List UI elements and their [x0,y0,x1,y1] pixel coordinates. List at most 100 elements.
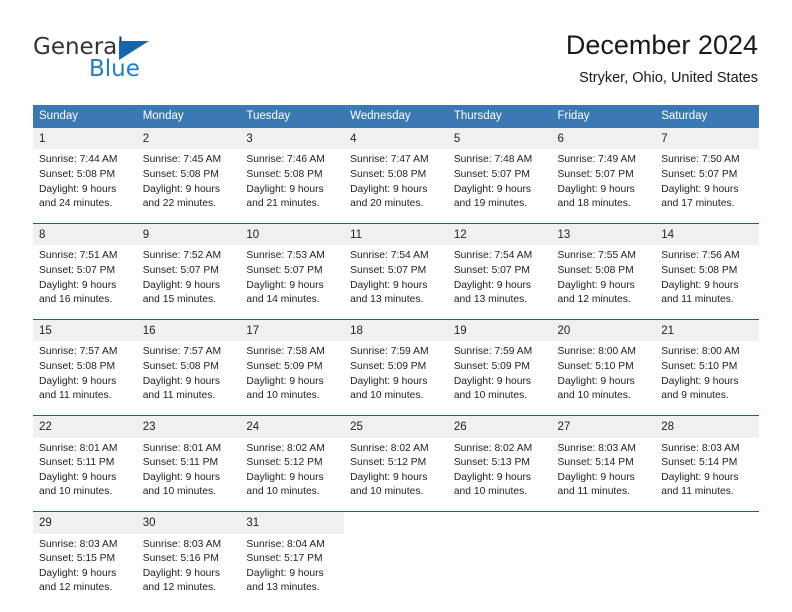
day-daylight-text: Daylight: 9 hours [39,567,117,579]
day-number[interactable]: 7 [655,127,759,150]
day-number-row: 29 30 31 [33,511,759,534]
title-block: December 2024 Stryker, Ohio, United Stat… [566,30,758,87]
day-daylight-text: Daylight: 9 hours [661,279,739,291]
day-number[interactable]: 12 [447,223,552,246]
day-daylight-text: Daylight: 9 hours [661,375,739,387]
day-detail-cell: Sunrise: 7:45 AM Sunset: 5:08 PM Daylight:… [136,149,241,223]
day-detail-row: Sunrise: 7:51 AM Sunset: 5:07 PM Daylight:… [33,245,759,319]
day-number[interactable]: 9 [136,223,241,246]
day-number[interactable]: 2 [136,127,241,150]
day-daylight-text: Daylight: 9 hours [557,183,635,195]
day-number[interactable]: 17 [240,319,345,342]
calendar-header-row: Sunday Monday Tuesday Wednesday Thursday… [33,105,759,128]
day-daylight-text: Daylight: 9 hours [39,279,117,291]
day-sunrise-text: Sunrise: 7:49 AM [557,154,636,166]
day-sunrise-text: Sunrise: 7:47 AM [350,154,429,166]
day-number[interactable]: 10 [240,223,345,246]
day-number[interactable]: 8 [33,223,137,246]
day-sunrise-text: Sunrise: 7:44 AM [39,154,118,166]
day-number[interactable]: 26 [447,415,552,438]
day-number[interactable]: 24 [240,415,345,438]
day-sunset-text: Sunset: 5:10 PM [557,361,634,373]
weekday-header-wednesday: Wednesday [344,105,448,128]
day-number[interactable]: 6 [551,127,656,150]
day-sunset-text: Sunset: 5:09 PM [453,361,530,373]
day-number[interactable]: 29 [33,511,137,534]
day-detail-cell: Sunrise: 8:03 AM Sunset: 5:15 PM Daylight:… [33,533,137,608]
day-daylight-text: Daylight: 9 hours [453,183,532,195]
location-subtitle: Stryker, Ohio, United States [579,70,758,87]
day-number[interactable]: 23 [136,415,241,438]
day-sunset-text: Sunset: 5:09 PM [246,361,323,373]
day-sunrise-text: Sunrise: 7:50 AM [661,154,740,166]
calendar-body: 1 2 3 4 5 6 7 Sunrise: 7:44 AM Sunset: 5:08 PM Da… [33,127,759,608]
day-number[interactable]: 31 [240,511,345,534]
day-detail-cell: Sunrise: 8:03 AM Sunset: 5:14 PM Daylight:… [551,437,656,511]
day-number[interactable]: 3 [240,127,345,150]
day-detail-cell: Sunrise: 7:57 AM Sunset: 5:08 PM Daylight:… [136,341,241,415]
day-detail-cell: Sunrise: 7:51 AM Sunset: 5:07 PM Daylight:… [33,245,137,319]
day-sunset-text: Sunset: 5:17 PM [246,553,323,565]
day-daylight-text: Daylight: 9 hours [39,375,117,387]
day-sunrise-text: Sunrise: 8:01 AM [142,442,222,454]
weekday-header-saturday: Saturday [655,105,759,128]
day-number[interactable]: 5 [447,127,552,150]
day-number[interactable]: 28 [655,415,759,438]
day-detail-row: Sunrise: 8:01 AM Sunset: 5:11 PM Daylight:… [33,437,759,511]
day-number[interactable]: 25 [344,415,448,438]
day-number[interactable]: 4 [344,127,448,150]
day-detail-cell: Sunrise: 8:00 AM Sunset: 5:10 PM Daylight:… [655,341,759,415]
day-daylight-text: Daylight: 9 hours [350,375,428,387]
day-daylight-text: Daylight: 9 hours [246,375,324,387]
day-sunrise-text: Sunrise: 7:51 AM [39,250,118,262]
day-number[interactable]: 11 [344,223,448,246]
day-detail-cell: Sunrise: 7:48 AM Sunset: 5:07 PM Daylight:… [447,149,552,223]
day-sunset-text: Sunset: 5:08 PM [142,361,219,373]
day-sunset-text: Sunset: 5:09 PM [350,361,427,373]
day-sunrise-text: Sunrise: 8:02 AM [350,442,429,454]
day-sunset-text: Sunset: 5:07 PM [453,264,530,276]
day-number[interactable]: 1 [33,127,137,150]
day-number[interactable]: 16 [136,319,241,342]
day-daylight-text: Daylight: 9 hours [557,279,635,291]
day-daylight-text: Daylight: 9 hours [661,183,739,195]
day-sunset-text: Sunset: 5:10 PM [661,361,738,373]
day-detail-cell: Sunrise: 8:03 AM Sunset: 5:16 PM Daylight:… [136,533,241,608]
day-detail-cell: Sunrise: 7:58 AM Sunset: 5:09 PM Daylight:… [240,341,345,415]
day-detail-cell: Sunrise: 7:53 AM Sunset: 5:07 PM Daylight:… [240,245,345,319]
day-number[interactable]: 19 [447,319,552,342]
day-detail-row: Sunrise: 7:57 AM Sunset: 5:08 PM Daylight:… [33,341,759,415]
day-detail-cell: Sunrise: 8:01 AM Sunset: 5:11 PM Daylight:… [33,437,137,511]
day-sunset-text: Sunset: 5:08 PM [350,168,427,180]
day-daylight-text: and 12 minutes. [142,582,216,594]
day-sunset-text: Sunset: 5:08 PM [661,264,738,276]
day-sunrise-text: Sunrise: 7:54 AM [453,250,533,262]
day-number[interactable]: 18 [344,319,448,342]
brand-logo[interactable]: General Blue [33,36,273,88]
calendar-table: Sunday Monday Tuesday Wednesday Thursday… [33,105,759,608]
day-number[interactable]: 15 [33,319,137,342]
day-number-row: 15 16 17 18 19 20 21 [33,319,759,342]
day-number[interactable]: 20 [551,319,656,342]
day-number[interactable]: 30 [136,511,241,534]
day-number[interactable]: 22 [33,415,137,438]
page-title: December 2024 [565,30,758,60]
day-daylight-text: Daylight: 9 hours [350,183,428,195]
day-detail-cell: Sunrise: 8:02 AM Sunset: 5:12 PM Daylight:… [240,437,345,511]
day-daylight-text: and 13 minutes. [350,294,424,306]
day-number[interactable]: 13 [551,223,656,246]
day-sunrise-text: Sunrise: 7:52 AM [142,250,222,262]
weekday-header-monday: Monday [136,105,241,128]
day-daylight-text: and 20 minutes. [350,198,424,210]
day-number[interactable]: 21 [655,319,759,342]
day-cell-empty [551,511,656,534]
day-number[interactable]: 14 [655,223,759,246]
day-detail-cell: Sunrise: 7:46 AM Sunset: 5:08 PM Daylight:… [240,149,345,223]
day-number[interactable]: 27 [551,415,656,438]
day-daylight-text: Daylight: 9 hours [246,183,324,195]
day-sunset-text: Sunset: 5:08 PM [142,168,219,180]
day-sunset-text: Sunset: 5:07 PM [661,168,738,180]
day-daylight-text: and 10 minutes. [142,486,216,498]
day-detail-cell: Sunrise: 7:59 AM Sunset: 5:09 PM Daylight:… [447,341,552,415]
day-daylight-text: and 11 minutes. [39,390,112,402]
